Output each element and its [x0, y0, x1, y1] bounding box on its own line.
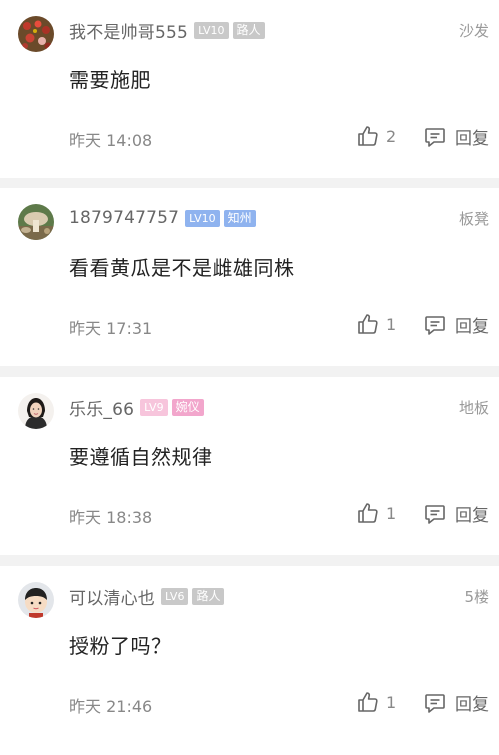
like-count: 2: [386, 126, 397, 146]
reply-button[interactable]: 回复: [423, 501, 489, 526]
floor-label: 沙发: [458, 22, 489, 40]
floor-label: 地板: [458, 399, 489, 417]
thumbs-up-icon: [358, 126, 378, 146]
reply-button[interactable]: 回复: [423, 312, 489, 337]
thumbs-up-icon: [358, 503, 378, 523]
user-avatar[interactable]: [18, 582, 54, 618]
timestamp: 昨天 18:38: [69, 508, 153, 527]
like-button[interactable]: 1: [356, 312, 396, 336]
avatar-image: [18, 204, 54, 240]
username[interactable]: 可以清心也: [69, 584, 155, 609]
username[interactable]: 乐乐_66: [69, 395, 134, 420]
thumbs-up-icon: [358, 692, 378, 712]
floor-label: 5楼: [464, 588, 489, 606]
title-badge: 路人: [192, 587, 225, 605]
comment-item: 我不是帅哥555 LV10 路人 沙发 需要施肥 昨天 14:08 2 回复: [0, 0, 499, 178]
user-avatar[interactable]: [18, 204, 54, 240]
like-button[interactable]: 2: [356, 124, 396, 148]
reply-button[interactable]: 回复: [423, 690, 489, 715]
comment-item: 可以清心也 LV6 路人 5楼 授粉了吗？ 昨天 21:46 1 回复: [0, 566, 499, 755]
level-badge: LV6: [161, 587, 189, 605]
like-count: 1: [386, 314, 397, 334]
timestamp: 昨天 17:31: [69, 319, 153, 338]
comment-text: 看看黄瓜是不是雌雄同株: [69, 256, 295, 280]
level-badge: LV9: [140, 398, 168, 416]
reply-label: 回复: [455, 506, 489, 526]
avatar-image: [18, 582, 54, 618]
reply-label: 回复: [455, 129, 489, 149]
avatar-image: [18, 16, 54, 52]
reply-button[interactable]: 回复: [423, 124, 489, 149]
title-badge: 知州: [223, 209, 256, 227]
reply-label: 回复: [455, 317, 489, 337]
reply-icon: [425, 315, 445, 335]
like-button[interactable]: 1: [356, 501, 396, 525]
like-count: 1: [386, 503, 397, 523]
like-count: 1: [386, 692, 397, 712]
reply-icon: [425, 504, 445, 524]
username[interactable]: 1879747757: [69, 208, 179, 228]
title-badge: 婉仪: [171, 398, 204, 416]
level-badge: LV10: [194, 21, 229, 39]
comment-item: 乐乐_66 LV9 婉仪 地板 要遵循自然规律 昨天 18:38 1 回复: [0, 377, 499, 555]
timestamp: 昨天 14:08: [69, 131, 153, 150]
floor-label: 板凳: [458, 210, 489, 228]
user-avatar[interactable]: [18, 16, 54, 52]
comment-text: 要遵循自然规律: [69, 445, 213, 469]
user-avatar[interactable]: [18, 393, 54, 429]
like-button[interactable]: 1: [356, 690, 396, 714]
level-badge: LV10: [185, 209, 220, 227]
reply-icon: [425, 127, 445, 147]
username[interactable]: 我不是帅哥555: [69, 18, 188, 43]
comment-text: 授粉了吗？: [69, 634, 172, 658]
avatar-image: [18, 393, 54, 429]
title-badge: 路人: [232, 21, 265, 39]
timestamp: 昨天 21:46: [69, 697, 153, 716]
reply-label: 回复: [455, 695, 489, 715]
comment-text: 需要施肥: [69, 68, 151, 92]
comment-item: 1879747757 LV10 知州 板凳 看看黄瓜是不是雌雄同株 昨天 17:…: [0, 188, 499, 366]
reply-icon: [425, 693, 445, 713]
thumbs-up-icon: [358, 314, 378, 334]
